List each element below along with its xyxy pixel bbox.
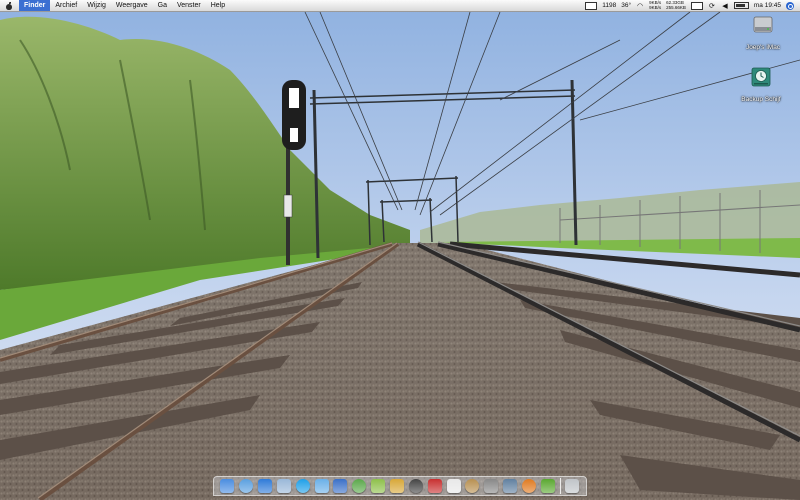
battery-icon[interactable] [733, 2, 749, 9]
activity-graph-icon[interactable] [690, 1, 703, 10]
dock-globe-icon[interactable] [239, 479, 254, 493]
clock[interactable]: ma 19:45 [754, 2, 781, 9]
menu-wijzig[interactable]: Wijzig [82, 0, 111, 11]
dock-system-prefs-icon[interactable] [484, 479, 499, 493]
menu-archief[interactable]: Archief [50, 0, 82, 11]
dock-mail-icon[interactable] [276, 479, 291, 493]
spotlight-icon[interactable] [786, 1, 794, 10]
desktop-icon-backup[interactable]: Backup Schijf [731, 66, 791, 103]
dock-preview-icon[interactable] [390, 479, 405, 493]
dock-trash-icon[interactable] [565, 479, 580, 493]
dock-garageband-icon[interactable] [371, 479, 386, 493]
dock-ichat-icon[interactable] [314, 479, 329, 493]
menu-bar: Finder Archief Wijzig Weergave Ga Venste… [0, 0, 800, 12]
memory-readout[interactable]: 62.33GB 255.66KB [666, 0, 686, 10]
dock-utility-icon[interactable] [503, 479, 518, 493]
apple-menu-icon[interactable] [5, 1, 13, 10]
dock-itunes-icon[interactable] [333, 479, 348, 493]
dock [213, 476, 587, 496]
temperature-readout[interactable]: 36° [621, 2, 631, 9]
cpu-meter-icon[interactable] [585, 1, 598, 10]
dock-finder-icon[interactable] [220, 479, 235, 493]
desktop-wallpaper [0, 0, 800, 500]
time-machine-icon [751, 67, 771, 87]
dock-photobooth-icon[interactable] [427, 479, 442, 493]
sync-icon[interactable]: ⟳ [708, 2, 716, 10]
menu-venster[interactable]: Venster [172, 0, 206, 11]
desktop-icon-label: Backup Schijf [741, 96, 781, 103]
desktop-icon-hd[interactable]: Joep's iMac [733, 14, 793, 51]
dock-firefox-icon[interactable] [521, 479, 536, 493]
menu-help[interactable]: Help [206, 0, 230, 11]
menu-weergave[interactable]: Weergave [111, 0, 153, 11]
dock-iphoto-icon[interactable] [352, 479, 367, 493]
menu-extras: 1198 36° ◠ 9KB/s 9KB/s 62.33GB 255.66KB … [585, 0, 800, 11]
dock-separator [559, 478, 561, 494]
hard-drive-icon [753, 16, 773, 33]
cpu-readout[interactable]: 1198 [602, 2, 616, 9]
dock-address-book-icon[interactable] [465, 479, 480, 493]
desktop-icon-label: Joep's iMac [745, 44, 781, 51]
volume-icon[interactable]: ◀ [721, 2, 729, 10]
dock-ical-icon[interactable] [446, 479, 461, 493]
dock-skype-icon[interactable] [295, 479, 310, 493]
menu-ga[interactable]: Ga [153, 0, 172, 11]
net-down: 9KB/s [649, 4, 662, 10]
dock-terminal-icon[interactable] [408, 479, 423, 493]
dock-safari-icon[interactable] [258, 479, 273, 493]
network-readout[interactable]: 9KB/s 9KB/s [649, 0, 662, 10]
dock-adium-icon[interactable] [540, 479, 555, 493]
wifi-icon[interactable]: ◠ [636, 2, 644, 10]
menu-app-finder[interactable]: Finder [19, 0, 51, 11]
mem-bottom: 255.66KB [666, 4, 686, 10]
